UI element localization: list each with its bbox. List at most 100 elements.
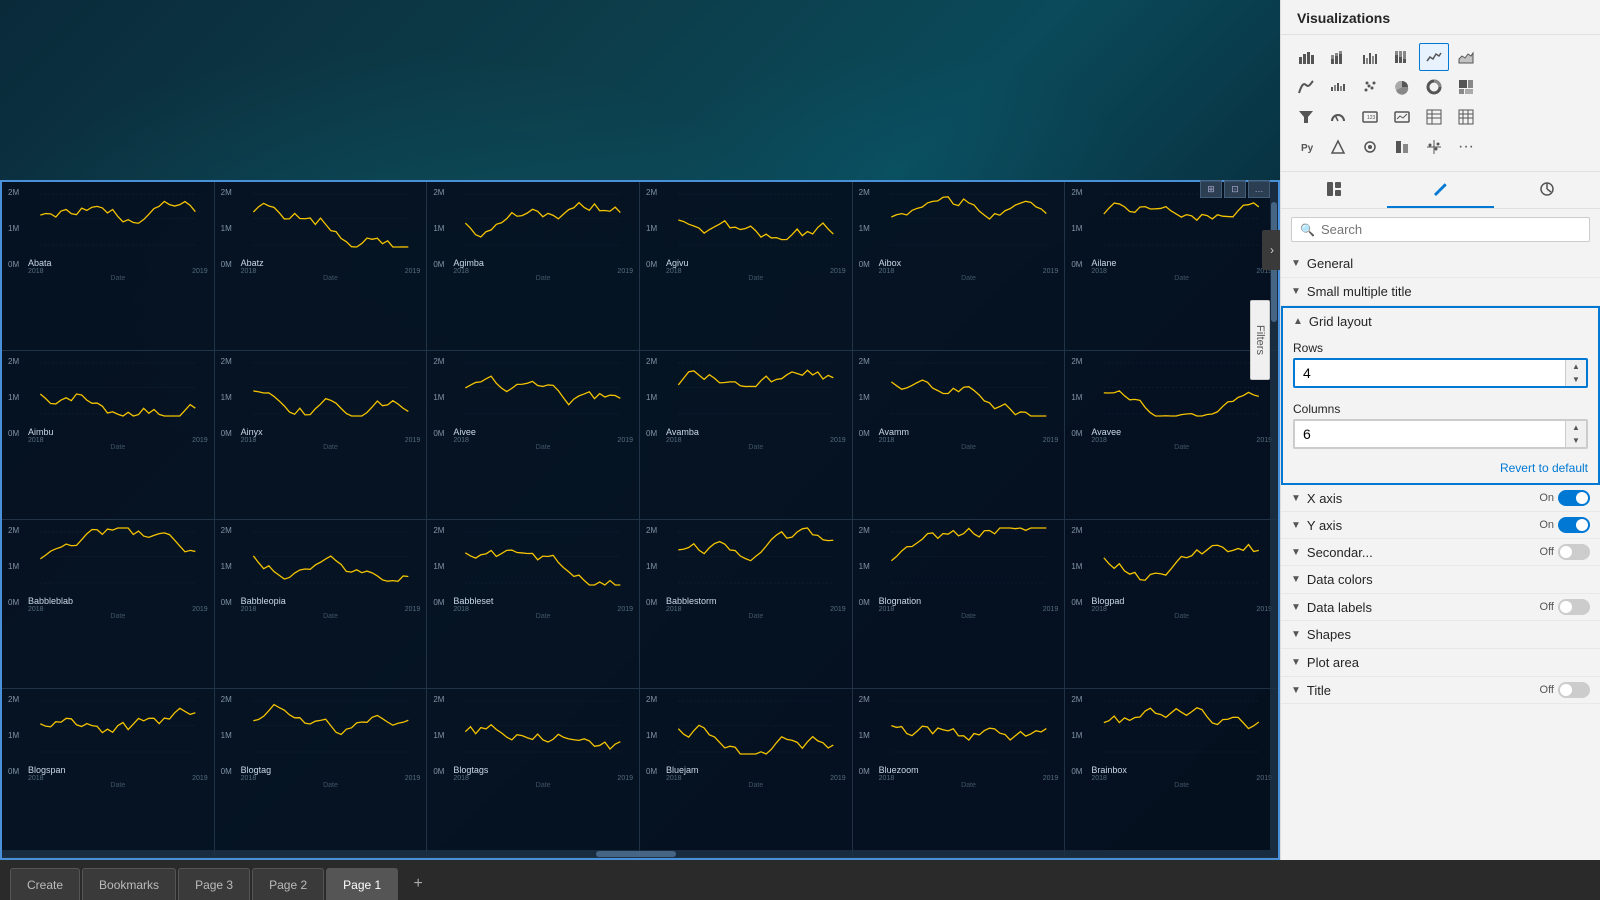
chart-cell-blogtag[interactable]: 2M 1M 0M Blogtag 2018 2019 Date [215,689,428,858]
x-axis-years: 2018 2019 [453,268,633,275]
search-input[interactable] [1321,222,1581,237]
custom1-icon[interactable] [1323,133,1353,161]
chart-cell-aivee[interactable]: 2M 1M 0M Aivee 2018 2019 Date [427,351,640,520]
tab-format[interactable] [1387,172,1493,208]
pie-chart-icon[interactable] [1387,73,1417,101]
custom2-icon[interactable] [1355,133,1385,161]
secondary-toggle[interactable] [1558,544,1590,560]
bottom-tab-bar: Create Bookmarks Page 3 Page 2 Page 1 + [0,860,1600,900]
bar-chart-icon[interactable] [1291,43,1321,71]
chart-cell-bluejam[interactable]: 2M 1M 0M Bluejam 2018 2019 Date [640,689,853,858]
more-visuals-icon[interactable]: ··· [1451,133,1481,161]
donut-icon[interactable] [1419,73,1449,101]
grid-layout-header[interactable]: ▲ Grid layout [1283,308,1598,335]
chart-cell-abatz[interactable]: 2M 1M 0M Abatz 2018 2019 Date [215,182,428,351]
waterfall-icon[interactable] [1323,73,1353,101]
secondary-axis-row[interactable]: ▼ Secondar... Off [1281,539,1600,566]
ribbon-icon[interactable] [1291,73,1321,101]
chart-cell-ainyx[interactable]: 2M 1M 0M Ainyx 2018 2019 Date [215,351,428,520]
section-data-colors[interactable]: ▼ Data colors [1281,566,1600,594]
tab-page3[interactable]: Page 3 [178,868,250,900]
chart-cell-aimbu[interactable]: 2M 1M 0M Aimbu 2018 2019 Date [2,351,215,520]
chart-cell-blogspan[interactable]: 2M 1M 0M Blogspan 2018 2019 Date [2,689,215,858]
chart-cell-babblestorm[interactable]: 2M 1M 0M Babblestorm 2018 2019 Date [640,520,853,689]
chart-cell-abata[interactable]: 2M 1M 0M Abata 2018 2019 Date [2,182,215,351]
y-axis-labels: 2M 1M 0M [646,186,666,271]
rows-input[interactable] [1295,361,1565,385]
chart-cell-avamba[interactable]: 2M 1M 0M Avamba 2018 2019 Date [640,351,853,520]
chart-cell-avamm[interactable]: 2M 1M 0M Avamm 2018 2019 Date [853,351,1066,520]
rows-increment[interactable]: ▲ [1566,360,1586,373]
stacked-bar-icon[interactable] [1323,43,1353,71]
grouped-bar-icon[interactable] [1355,43,1385,71]
chart-cell-aibox[interactable]: 2M 1M 0M Aibox 2018 2019 Date [853,182,1066,351]
tab-analytics[interactable] [1494,172,1600,208]
collapse-panel-button[interactable]: › [1262,230,1280,270]
horizontal-scrollbar[interactable] [2,850,1270,858]
rows-decrement[interactable]: ▼ [1566,373,1586,386]
tab-page2[interactable]: Page 2 [252,868,324,900]
table-icon[interactable] [1419,103,1449,131]
section-general[interactable]: ▼ General [1281,250,1600,278]
filters-tab[interactable]: Filters [1250,300,1270,380]
chart-cell-babbleset[interactable]: 2M 1M 0M Babbleset 2018 2019 Date [427,520,640,689]
vertical-scrollbar[interactable] [1270,182,1278,858]
r-visual-icon[interactable]: Py [1291,133,1321,161]
chart-control-more[interactable]: … [1248,180,1270,198]
line-chart-icon[interactable] [1419,43,1449,71]
chart-control-focus[interactable]: ⊞ [1200,180,1222,198]
columns-decrement[interactable]: ▼ [1566,434,1586,447]
tab-create[interactable]: Create [10,868,80,900]
chart-cell-babbleopia[interactable]: 2M 1M 0M Babbleopia 2018 2019 Date [215,520,428,689]
columns-input-row[interactable]: ▲ ▼ [1293,419,1588,449]
scatter-icon[interactable] [1355,73,1385,101]
search-box[interactable]: 🔍 [1291,217,1590,242]
data-labels-toggle[interactable] [1558,599,1590,615]
section-plot-area[interactable]: ▼ Plot area [1281,649,1600,677]
y-axis-toggle[interactable] [1558,517,1590,533]
gauge-icon[interactable] [1323,103,1353,131]
y-axis-row[interactable]: ▼ Y axis On [1281,512,1600,539]
custom4-icon[interactable] [1419,133,1449,161]
data-labels-row[interactable]: ▼ Data labels Off [1281,594,1600,621]
chart-background: ⊞ ⊡ … 2M 1M 0M [0,0,1280,860]
chart-cell-bluezoom[interactable]: 2M 1M 0M Bluezoom 2018 2019 Date [853,689,1066,858]
chart-cell-ailane[interactable]: 2M 1M 0M Ailane 2018 2019 Date [1065,182,1278,351]
chart-control-expand[interactable]: ⊡ [1224,180,1246,198]
tab-page1[interactable]: Page 1 [326,868,398,900]
tab-bookmarks[interactable]: Bookmarks [82,868,176,900]
revert-to-default-button[interactable]: Revert to default [1283,457,1598,483]
section-small-multiple-title[interactable]: ▼ Small multiple title [1281,278,1600,306]
100-bar-icon[interactable] [1387,43,1417,71]
chart-cell-agimba[interactable]: 2M 1M 0M Agimba 2018 2019 Date [427,182,640,351]
x-axis-row[interactable]: ▼ X axis On [1281,485,1600,512]
matrix-icon[interactable] [1451,103,1481,131]
kpi-icon[interactable] [1387,103,1417,131]
area-chart-icon[interactable] [1451,43,1481,71]
chart-cell-agivu[interactable]: 2M 1M 0M Agivu 2018 2019 Date [640,182,853,351]
chart-cell-blogtags[interactable]: 2M 1M 0M Blogtags 2018 2019 Date [427,689,640,858]
card-icon[interactable]: 123 [1355,103,1385,131]
add-page-button[interactable]: + [404,870,432,898]
treemap-icon[interactable] [1451,73,1481,101]
funnel-icon[interactable] [1291,103,1321,131]
svg-text:123: 123 [1367,115,1376,121]
chart-cell-babbleblab[interactable]: 2M 1M 0M Babbleblab 2018 2019 Date [2,520,215,689]
tab-fields[interactable] [1281,172,1387,208]
title-row[interactable]: ▼ Title Off [1281,677,1600,704]
title-toggle[interactable] [1558,682,1590,698]
chart-cell-brainbox[interactable]: 2M 1M 0M Brainbox 2018 2019 Date [1065,689,1278,858]
columns-increment[interactable]: ▲ [1566,421,1586,434]
y-axis-labels: 2M 1M 0M [859,355,879,440]
rows-input-row[interactable]: ▲ ▼ [1293,358,1588,388]
chart-cell-blognation[interactable]: 2M 1M 0M Blognation 2018 2019 Date [853,520,1066,689]
sparkline-svg [241,524,421,589]
columns-input[interactable] [1295,422,1565,446]
x-axis-title: Date [241,782,421,789]
section-shapes[interactable]: ▼ Shapes [1281,621,1600,649]
sparkline-svg [666,693,846,758]
chart-cell-blogpad[interactable]: 2M 1M 0M Blogpad 2018 2019 Date [1065,520,1278,689]
x-axis-toggle[interactable] [1558,490,1590,506]
chart-cell-avavee[interactable]: 2M 1M 0M Avavee 2018 2019 Date [1065,351,1278,520]
custom3-icon[interactable] [1387,133,1417,161]
